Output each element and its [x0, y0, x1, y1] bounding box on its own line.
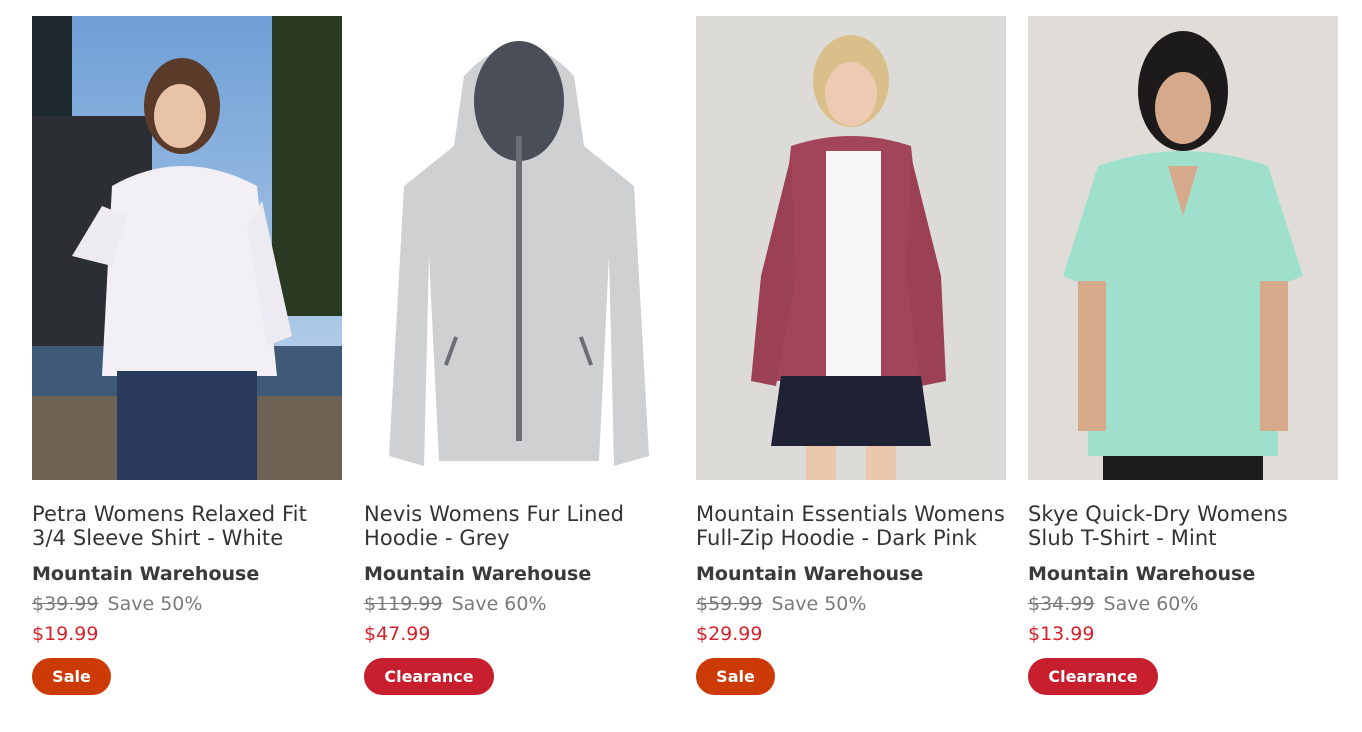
product-grid: Petra Womens Relaxed Fit 3/4 Sleeve Shir…	[32, 16, 1338, 695]
product-image[interactable]	[364, 16, 674, 480]
clearance-badge: Clearance	[1028, 658, 1158, 695]
product-title[interactable]: Mountain Essentials Womens Full-Zip Hood…	[696, 502, 1006, 550]
original-price: $34.99	[1028, 593, 1095, 615]
sale-price: $29.99	[696, 623, 763, 645]
product-card[interactable]: Petra Womens Relaxed Fit 3/4 Sleeve Shir…	[32, 16, 342, 695]
save-percent: Save 60%	[1103, 593, 1199, 615]
product-image[interactable]	[32, 16, 342, 480]
product-card[interactable]: Nevis Womens Fur Lined Hoodie - Grey Mou…	[364, 16, 674, 695]
product-brand: Mountain Warehouse	[1028, 563, 1256, 585]
product-brand: Mountain Warehouse	[32, 563, 260, 585]
product-image[interactable]	[696, 16, 1006, 480]
price-comparison: $34.99 Save 60%	[1028, 593, 1338, 615]
product-image[interactable]	[1028, 16, 1338, 480]
price-comparison: $119.99 Save 60%	[364, 593, 674, 615]
original-price: $119.99	[364, 593, 443, 615]
product-title[interactable]: Skye Quick-Dry Womens Slub T-Shirt - Min…	[1028, 502, 1338, 550]
price-comparison: $39.99 Save 50%	[32, 593, 342, 615]
clearance-badge: Clearance	[364, 658, 494, 695]
sale-price: $19.99	[32, 623, 99, 645]
product-brand: Mountain Warehouse	[696, 563, 924, 585]
product-brand: Mountain Warehouse	[364, 563, 592, 585]
sale-price: $13.99	[1028, 623, 1095, 645]
sale-price: $47.99	[364, 623, 431, 645]
save-percent: Save 50%	[771, 593, 867, 615]
product-card[interactable]: Skye Quick-Dry Womens Slub T-Shirt - Min…	[1028, 16, 1338, 695]
original-price: $59.99	[696, 593, 763, 615]
save-percent: Save 50%	[107, 593, 203, 615]
sale-badge: Sale	[32, 658, 111, 695]
sale-badge: Sale	[696, 658, 775, 695]
original-price: $39.99	[32, 593, 99, 615]
product-title[interactable]: Petra Womens Relaxed Fit 3/4 Sleeve Shir…	[32, 502, 342, 550]
price-comparison: $59.99 Save 50%	[696, 593, 1006, 615]
save-percent: Save 60%	[451, 593, 547, 615]
product-title[interactable]: Nevis Womens Fur Lined Hoodie - Grey	[364, 502, 674, 550]
product-card[interactable]: Mountain Essentials Womens Full-Zip Hood…	[696, 16, 1006, 695]
